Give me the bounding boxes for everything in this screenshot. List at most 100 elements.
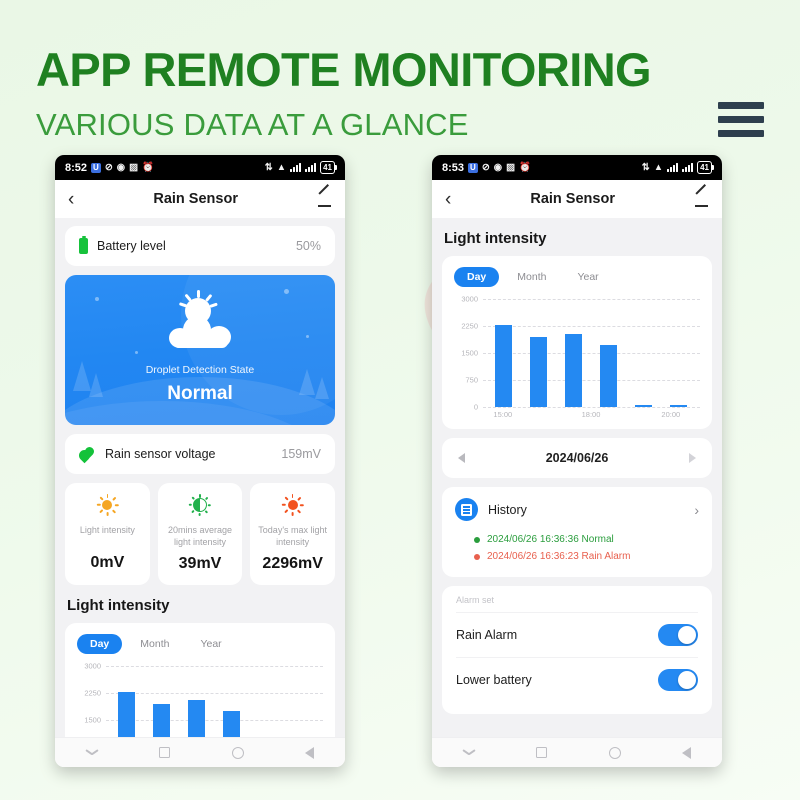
signal-icon	[290, 163, 302, 173]
lower-battery-toggle[interactable]	[658, 669, 698, 692]
chart-bar	[495, 325, 512, 408]
app-bar: ‹ Rain Sensor	[55, 180, 345, 219]
hamburger-bar	[718, 116, 764, 123]
triangle-back-icon[interactable]	[305, 746, 315, 759]
alarm-set-card: Alarm set Rain Alarm Lower battery	[442, 586, 712, 715]
stat-value: 0mV	[90, 554, 125, 572]
rain-alarm-toggle[interactable]	[658, 624, 698, 647]
wifi-icon: ▲	[276, 162, 287, 174]
tab-day[interactable]: Day	[454, 267, 500, 288]
chart-y-tick-label: 750	[465, 375, 478, 385]
status-time: 8:52	[65, 161, 88, 174]
triangle-back-icon[interactable]	[682, 746, 692, 759]
list-item[interactable]: 2024/06/26 16:36:36 Normal	[474, 531, 712, 548]
chart-bars	[486, 299, 696, 408]
network-icon: ⇅	[641, 162, 650, 174]
triangle-right-icon[interactable]	[689, 453, 696, 464]
square-icon[interactable]	[159, 747, 171, 759]
detection-state-value: Normal	[167, 382, 233, 404]
triangle-left-icon[interactable]	[458, 453, 465, 464]
circle-icon[interactable]	[608, 746, 621, 759]
phone-right: 8:53 U ⊘ ◉ ▨ ⏰ ⇅ ▲ 41 ‹ Rain Sensor Ligh…	[432, 155, 722, 768]
network-icon: ⇅	[264, 162, 273, 174]
wifi-icon: ▲	[653, 162, 664, 174]
tree-decoration	[315, 377, 329, 400]
history-entry-text: 2024/06/26 16:36:23 Rain Alarm	[487, 551, 631, 563]
stat-card-light-intensity[interactable]: Light intensity 0mV	[65, 483, 150, 585]
chart-y-tick-label: 3000	[461, 294, 478, 304]
signal-icon	[667, 163, 679, 173]
eye-icon: ◉	[493, 162, 503, 174]
tree-decoration	[299, 369, 315, 396]
u-badge-icon: U	[91, 162, 101, 173]
hamburger-icon[interactable]	[718, 102, 764, 137]
stat-value: 39mV	[178, 554, 222, 572]
bar-chart: 3000225015007500	[77, 661, 323, 738]
history-header[interactable]: History ›	[442, 487, 712, 529]
vibrate-icon: ▨	[129, 162, 139, 174]
document-icon	[455, 498, 478, 522]
tab-year[interactable]: Year	[564, 267, 611, 287]
tab-month[interactable]: Month	[127, 634, 182, 654]
chart-bar	[188, 700, 205, 738]
square-icon[interactable]	[536, 747, 548, 759]
alarm-icon: ⏰	[519, 162, 531, 174]
chart-x-tick-label: 18:00	[581, 410, 601, 420]
stat-cards: Light intensity 0mV 20mins average light…	[65, 483, 336, 585]
rain-sensor-voltage-row[interactable]: Rain sensor voltage 159mV	[65, 434, 335, 475]
edit-pencil-icon[interactable]	[317, 192, 332, 207]
alarm-row-battery: Lower battery	[456, 657, 698, 702]
battery-status-icon: 41	[697, 161, 714, 175]
battery-level-label: Battery level	[97, 239, 166, 254]
tab-year[interactable]: Year	[187, 634, 234, 654]
chart-x-tick-label: 20:00	[661, 410, 681, 420]
stat-caption: Light intensity	[79, 525, 135, 536]
snow-dot	[135, 351, 138, 355]
history-list: 2024/06/26 16:36:36 Normal 2024/06/26 16…	[442, 529, 712, 577]
sun-icon	[96, 494, 119, 517]
eye-icon: ◉	[116, 162, 126, 174]
alarm-icon: ⏰	[142, 162, 154, 174]
chart-x-tick-label: 15:00	[493, 410, 513, 420]
chart-range-tabs: Day Month Year	[454, 267, 700, 288]
light-intensity-chart-card: Day Month Year 3000 2250 1500 750 0 15:00 18:…	[442, 256, 712, 430]
phones-container: 8:52 U ⊘ ◉ ▨ ⏰ ⇅ ▲ 41 ‹ Rain Sensor Batt…	[0, 155, 800, 768]
circle-icon[interactable]	[231, 746, 244, 759]
stat-card-today-max[interactable]: Today's max light intensity 2296mV	[250, 483, 336, 585]
stat-value: 2296mV	[262, 554, 323, 572]
status-dot	[474, 536, 480, 543]
do-not-disturb-icon: ⊘	[481, 162, 490, 174]
chevron-right-icon[interactable]: ›	[694, 502, 699, 518]
detection-state-caption: Droplet Detection State	[145, 363, 255, 376]
app-bar: ‹ Rain Sensor	[432, 180, 722, 219]
section-title-light-intensity: Light intensity	[67, 596, 170, 614]
stat-caption: Today's max light intensity	[258, 525, 328, 547]
battery-status-icon: 41	[320, 161, 337, 175]
brightness-icon	[188, 494, 211, 517]
sun-behind-cloud-icon	[161, 289, 239, 356]
rain-sensor-voltage-value: 159mV	[281, 447, 321, 462]
alarm-label: Rain Alarm	[456, 628, 518, 643]
chevron-down-icon[interactable]	[86, 749, 98, 756]
history-card: History › 2024/06/26 16:36:36 Normal 202…	[442, 487, 712, 578]
stat-card-20min-average[interactable]: 20mins average light intensity 39mV	[157, 483, 243, 585]
app-screen: Light intensity Day Month Year 3000 2250 1…	[432, 218, 722, 738]
chart-bar	[223, 711, 240, 738]
bar-chart: 3000225015007500	[454, 295, 700, 412]
chart-bar	[530, 337, 547, 408]
list-item[interactable]: 2024/06/26 16:36:23 Rain Alarm	[474, 548, 712, 565]
tab-day[interactable]: Day	[77, 633, 123, 654]
battery-icon	[79, 236, 88, 255]
history-entry-text: 2024/06/26 16:36:36 Normal	[487, 534, 614, 546]
do-not-disturb-icon: ⊘	[104, 162, 113, 174]
tab-month[interactable]: Month	[504, 267, 559, 287]
hamburger-bar	[718, 130, 764, 137]
chart-bar	[565, 333, 582, 408]
phone-left: 8:52 U ⊘ ◉ ▨ ⏰ ⇅ ▲ 41 ‹ Rain Sensor Batt…	[55, 155, 345, 768]
vibrate-icon: ▨	[506, 162, 516, 174]
chevron-down-icon[interactable]	[463, 749, 475, 756]
battery-level-row[interactable]: Battery level 50%	[65, 226, 335, 267]
edit-pencil-icon[interactable]	[694, 192, 709, 207]
signal-icon	[682, 163, 694, 173]
signal-icon	[305, 163, 317, 173]
